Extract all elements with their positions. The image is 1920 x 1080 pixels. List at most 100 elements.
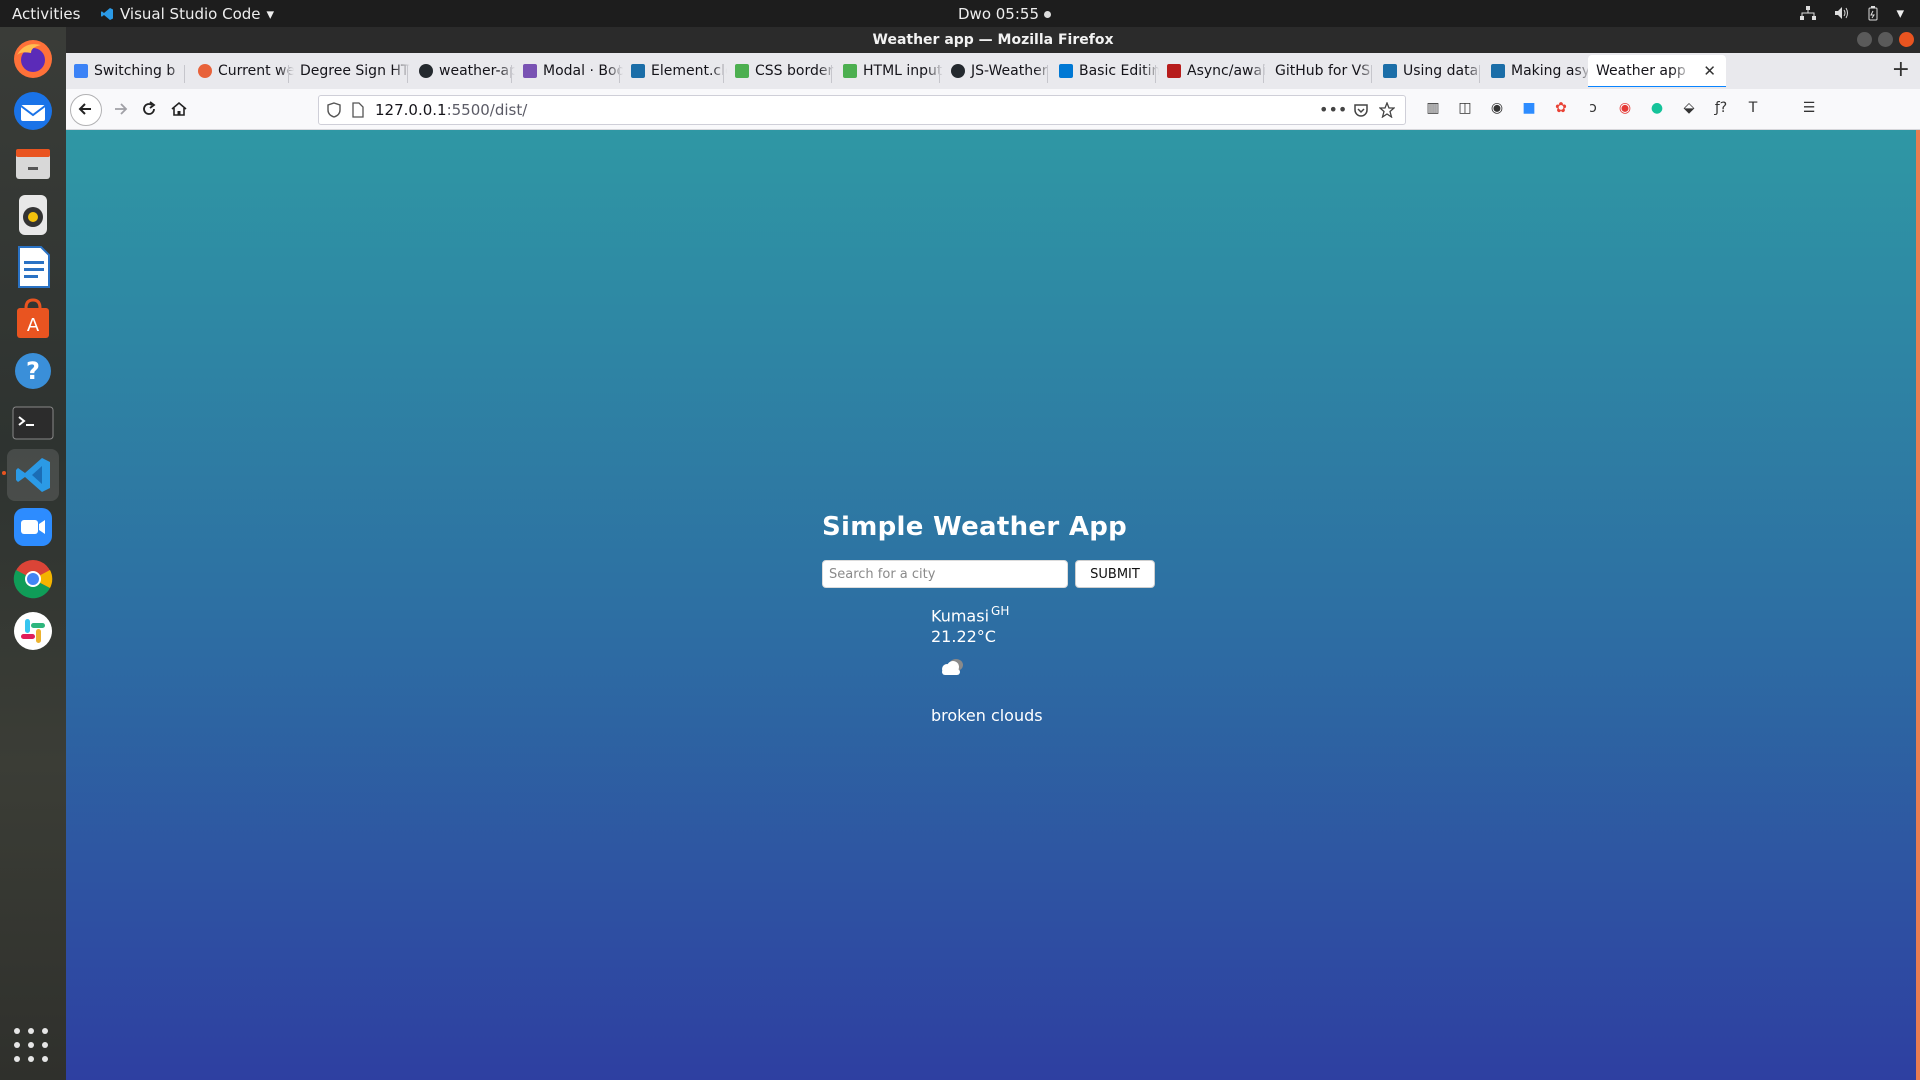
tab[interactable]: Current we — [190, 57, 294, 85]
close-tab-icon[interactable]: ✕ — [1703, 62, 1716, 80]
dock-rhythmbox[interactable] — [7, 189, 59, 241]
tab[interactable]: Async/awai — [1159, 57, 1267, 85]
dock-firefox[interactable] — [7, 33, 59, 85]
sidebar-icon[interactable]: ◫ — [1456, 99, 1474, 117]
window-controls — [1857, 32, 1914, 47]
address-bar[interactable]: 127.0.0.1:5500/dist/ ••• — [318, 95, 1406, 125]
github-icon — [419, 64, 433, 78]
temperature: 21.22°C — [931, 627, 996, 647]
activities-button[interactable]: Activities — [12, 5, 80, 23]
github-icon — [951, 64, 965, 78]
tab[interactable]: Element.clo — [623, 57, 727, 85]
w3schools-icon — [843, 64, 857, 78]
tab-label: Element.clo — [651, 63, 727, 79]
city-name: Kumasi — [931, 606, 990, 626]
tab-label: Switching b — [94, 63, 176, 79]
tab-label: Using data — [1403, 63, 1479, 79]
chrome-icon — [13, 560, 53, 599]
dock-chrome[interactable] — [7, 553, 59, 605]
url-text: 127.0.0.1:5500/dist/ — [375, 96, 527, 124]
page-title: Simple Weather App — [822, 512, 1128, 542]
home-button[interactable] — [168, 98, 190, 120]
country-code: GH — [991, 604, 1010, 618]
dock-files[interactable] — [7, 137, 59, 189]
dock-terminal[interactable] — [7, 397, 59, 449]
dock-writer[interactable] — [7, 241, 59, 293]
tab-label: Weather app — [1596, 63, 1686, 79]
zoom-icon — [14, 508, 52, 546]
tab[interactable]: HTML input — [835, 57, 943, 85]
pocket-icon[interactable] — [1353, 102, 1369, 118]
tab[interactable]: JS-Weather — [943, 57, 1051, 85]
broken-clouds-icon — [942, 659, 963, 676]
fonts-extension-icon[interactable]: ƒ? — [1712, 99, 1730, 117]
tab[interactable]: Basic Editin — [1051, 57, 1159, 85]
svg-text:?: ? — [26, 357, 40, 385]
submit-button[interactable]: SUBMIT — [1075, 560, 1155, 588]
record-extension-icon[interactable]: ◉ — [1616, 99, 1634, 117]
wappalyzer-icon[interactable]: ↄ — [1584, 99, 1602, 117]
svg-text:A: A — [27, 315, 40, 336]
tab-active[interactable]: Weather app ✕ — [1588, 55, 1726, 87]
clock[interactable]: Dwo 05:55 — [958, 5, 1051, 23]
tab-label: JS-Weather — [971, 63, 1048, 79]
back-arrow-icon — [78, 103, 91, 115]
hamburger-menu-icon[interactable]: ☰ — [1800, 99, 1818, 117]
dock-software[interactable]: A — [7, 293, 59, 345]
inspector-extension-icon[interactable]: ⬙ — [1680, 99, 1698, 117]
close-button[interactable] — [1899, 32, 1914, 47]
vscode-icon — [16, 458, 50, 492]
tab[interactable]: weather-ap — [411, 57, 515, 85]
zoom-extension-icon[interactable]: ■ — [1520, 99, 1538, 117]
forward-arrow-icon — [115, 103, 128, 115]
tracking-shield-icon[interactable] — [327, 102, 341, 118]
search-form: SUBMIT — [822, 560, 1155, 588]
system-tray[interactable]: ▾ — [1800, 4, 1904, 22]
url-host: 127.0.0.1 — [375, 101, 447, 119]
account-icon[interactable]: ◉ — [1488, 99, 1506, 117]
dock-zoom[interactable] — [7, 501, 59, 553]
volume-icon — [1834, 6, 1850, 20]
city-search-input[interactable] — [822, 560, 1068, 588]
tab-label: Current we — [218, 63, 294, 79]
dock-help[interactable]: ? — [7, 345, 59, 397]
tab[interactable]: Modal · Boo — [515, 57, 623, 85]
vscode-small-icon — [1059, 64, 1073, 78]
dock-vscode[interactable] — [2, 449, 59, 501]
chevron-down-icon: ▾ — [266, 5, 275, 23]
app-menu[interactable]: Visual Studio Code ▾ — [100, 5, 274, 23]
chevron-down-icon: ▾ — [1896, 4, 1904, 22]
new-tab-button[interactable]: + — [1892, 59, 1910, 81]
tab[interactable]: Making asy — [1483, 57, 1591, 85]
bookmark-star-icon[interactable] — [1379, 102, 1395, 118]
show-applications-icon[interactable] — [14, 1028, 50, 1064]
running-indicator — [2, 471, 6, 475]
page-info-icon[interactable] — [351, 102, 364, 118]
tab-favicon-icon — [198, 64, 212, 78]
tab[interactable]: Switching b — [66, 57, 186, 85]
library-icon[interactable]: ▥ — [1424, 99, 1442, 117]
forward-button[interactable] — [110, 98, 132, 120]
tab[interactable]: Using data — [1375, 57, 1483, 85]
tab[interactable]: CSS border — [727, 57, 835, 85]
maximize-button[interactable] — [1878, 32, 1893, 47]
tab-label: Async/awai — [1187, 63, 1266, 79]
firefox-window: Weather app — Mozilla Firefox Switching … — [66, 27, 1920, 1080]
reload-button[interactable] — [138, 98, 160, 120]
tab-strip: Switching b Current we Degree Sign HT we… — [66, 53, 1920, 89]
page-actions-icon[interactable]: ••• — [1319, 96, 1347, 124]
app-menu-label: Visual Studio Code — [120, 5, 261, 23]
text-extension-icon[interactable]: T — [1744, 99, 1762, 117]
help-icon: ? — [15, 353, 51, 389]
dock-slack[interactable] — [7, 605, 59, 657]
dock-thunderbird[interactable] — [7, 85, 59, 137]
minimize-button[interactable] — [1857, 32, 1872, 47]
city-name-row: Kumasi GH — [931, 604, 1043, 625]
tab-label: CSS border — [755, 63, 834, 79]
grammarly-icon[interactable]: ● — [1648, 99, 1666, 117]
color-picker-extension-icon[interactable]: ✿ — [1552, 99, 1570, 117]
network-icon — [1800, 6, 1817, 20]
tab[interactable]: Degree Sign HT — [292, 57, 410, 85]
back-button[interactable] — [70, 94, 102, 126]
tab[interactable]: GitHub for VS C — [1267, 57, 1375, 85]
